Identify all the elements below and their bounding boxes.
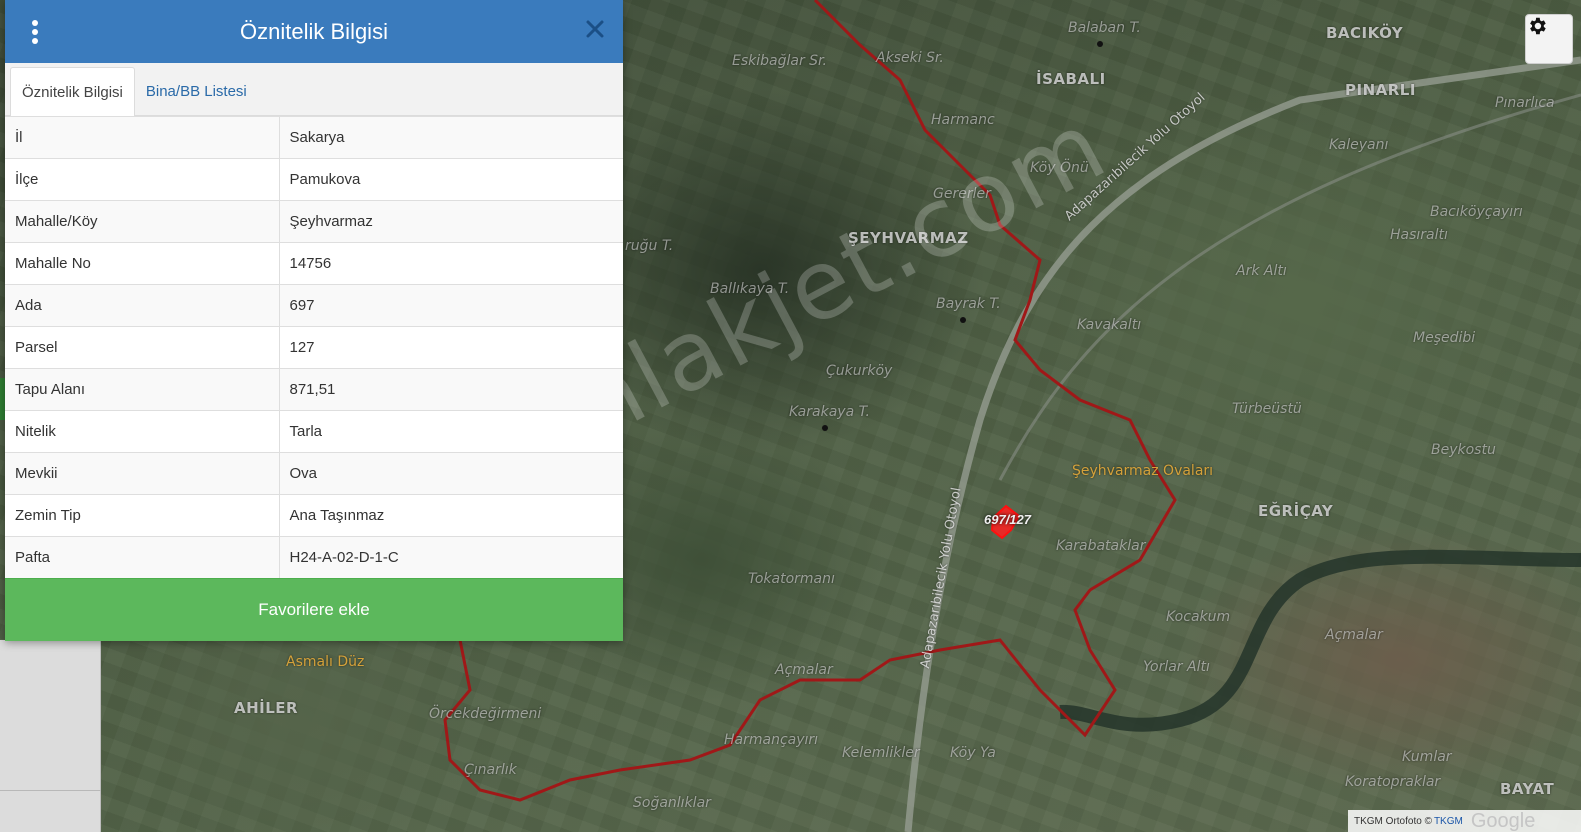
map-label: BACIKÖY xyxy=(1326,24,1404,42)
row-value: Pamukova xyxy=(279,158,623,201)
row-key: Mahalle No xyxy=(5,242,280,285)
table-row: Mahalle No 14756 xyxy=(5,242,623,285)
map-label: Koratopraklar xyxy=(1345,774,1441,790)
map-label: Türbeüstü xyxy=(1232,401,1302,417)
panel-header: Öznitelik Bilgisi xyxy=(5,0,623,63)
map-label: Şeyhvarmaz Ovaları xyxy=(1072,463,1214,479)
google-logo: Google xyxy=(1470,809,1536,832)
table-row: Mahalle/Köy Şeyhvarmaz xyxy=(5,200,623,243)
add-favorite-button[interactable]: Favorilere ekle xyxy=(5,578,623,641)
map-label: Açmalar xyxy=(1325,627,1383,643)
parcel-label: 697/127 xyxy=(984,512,1031,527)
close-icon xyxy=(586,20,604,38)
settings-button[interactable] xyxy=(1525,14,1573,64)
row-key: Pafta xyxy=(5,536,280,579)
map-label: BAYAT xyxy=(1500,780,1555,798)
map-label: Çukurköy xyxy=(826,363,893,379)
row-key: İl xyxy=(5,116,280,159)
map-label: Bayrak T. xyxy=(936,296,1001,312)
row-key: Parsel xyxy=(5,326,280,369)
row-key: Mevkii xyxy=(5,452,280,495)
gear-icon xyxy=(1530,17,1546,35)
table-row: Ada 697 xyxy=(5,284,623,327)
map-label: Pınarlıca xyxy=(1495,95,1555,111)
table-row: Pafta H24-A-02-D-1-C xyxy=(5,536,623,579)
map-label: Kaleyanı xyxy=(1329,137,1389,153)
table-row: Parsel 127 xyxy=(5,326,623,369)
map-label: Hasıraltı xyxy=(1390,227,1448,243)
map-label: Kocakum xyxy=(1166,609,1231,625)
row-value: 697 xyxy=(279,284,623,327)
vertical-dots-icon xyxy=(32,20,38,26)
map-label: Köy Ya xyxy=(950,745,996,761)
map-label: Soğanlıklar xyxy=(633,795,711,811)
row-value: 871,51 xyxy=(279,368,623,411)
row-key: Nitelik xyxy=(5,410,280,453)
row-value: Sakarya xyxy=(279,116,623,159)
map-label: İSABALI xyxy=(1036,70,1106,88)
table-row: İl Sakarya xyxy=(5,116,623,159)
map-label: Yorlar Altı xyxy=(1143,659,1210,675)
map-label: Akseki Sr. xyxy=(876,50,944,66)
map-label: Örcekdeğirmeni xyxy=(429,706,542,722)
tab-bar: Öznitelik Bilgisi Bina/BB Listesi xyxy=(5,63,623,116)
map-label: Kumlar xyxy=(1402,749,1452,765)
row-key: Tapu Alanı xyxy=(5,368,280,411)
row-value: Ana Taşınmaz xyxy=(279,494,623,537)
table-row: İlçe Pamukova xyxy=(5,158,623,201)
row-value: Şeyhvarmaz xyxy=(279,200,623,243)
attribution-link[interactable]: TKGM xyxy=(1434,816,1463,827)
row-value: H24-A-02-D-1-C xyxy=(279,536,623,579)
map-label: PINARLI xyxy=(1345,81,1416,99)
table-row: Mevkii Ova xyxy=(5,452,623,495)
map-label: Karakaya T. xyxy=(789,404,870,420)
table-row: Tapu Alanı 871,51 xyxy=(5,368,623,411)
row-key: Zemin Tip xyxy=(5,494,280,537)
map-label: Tokatormanı xyxy=(748,571,835,587)
map-label: Çınarlık xyxy=(464,762,517,778)
tab-building-list[interactable]: Bina/BB Listesi xyxy=(135,67,258,115)
map-label: Eskibağlar Sr. xyxy=(732,53,827,69)
row-key: Mahalle/Köy xyxy=(5,200,280,243)
map-label: Beykostu xyxy=(1431,442,1496,458)
attribute-table: İl Sakarya İlçe Pamukova Mahalle/Köy Şey… xyxy=(5,116,623,579)
row-value: Tarla xyxy=(279,410,623,453)
close-button[interactable] xyxy=(585,19,607,41)
map-label: Kavakaltı xyxy=(1077,317,1142,333)
map-label: Açmalar xyxy=(775,662,833,678)
row-key: İlçe xyxy=(5,158,280,201)
map-label: Meşedibi xyxy=(1413,330,1476,346)
menu-button[interactable] xyxy=(27,18,43,46)
map-attribution: TKGM Ortofoto © TKGM Google xyxy=(1348,810,1581,832)
row-value: Ova xyxy=(279,452,623,495)
map-label: ruğu T. xyxy=(625,238,674,254)
map-label: AHİLER xyxy=(234,699,299,717)
map-label: Ark Altı xyxy=(1236,263,1287,279)
attribution-text: TKGM Ortofoto © xyxy=(1354,815,1432,827)
map-label: Harmanc xyxy=(931,112,995,128)
map-label: Karabataklar xyxy=(1056,538,1146,554)
attribute-panel: Öznitelik Bilgisi Öznitelik Bilgisi Bina… xyxy=(5,0,623,641)
row-value: 127 xyxy=(279,326,623,369)
map-label: Bacıköyçayırı xyxy=(1430,204,1523,220)
map-label: Balaban T. xyxy=(1068,20,1141,36)
panel-title: Öznitelik Bilgisi xyxy=(240,18,388,44)
map-label: Kelemlikler xyxy=(842,745,920,761)
map-label: Harmançayırı xyxy=(724,732,819,748)
tab-attribute-info[interactable]: Öznitelik Bilgisi xyxy=(10,67,135,116)
table-row: Zemin Tip Ana Taşınmaz xyxy=(5,494,623,537)
table-row: Nitelik Tarla xyxy=(5,410,623,453)
row-key: Ada xyxy=(5,284,280,327)
row-value: 14756 xyxy=(279,242,623,285)
map-label: Asmalı Düz xyxy=(286,654,365,670)
left-sidebar-strip xyxy=(0,640,101,832)
map-label: EĞRİÇAY xyxy=(1258,502,1334,520)
